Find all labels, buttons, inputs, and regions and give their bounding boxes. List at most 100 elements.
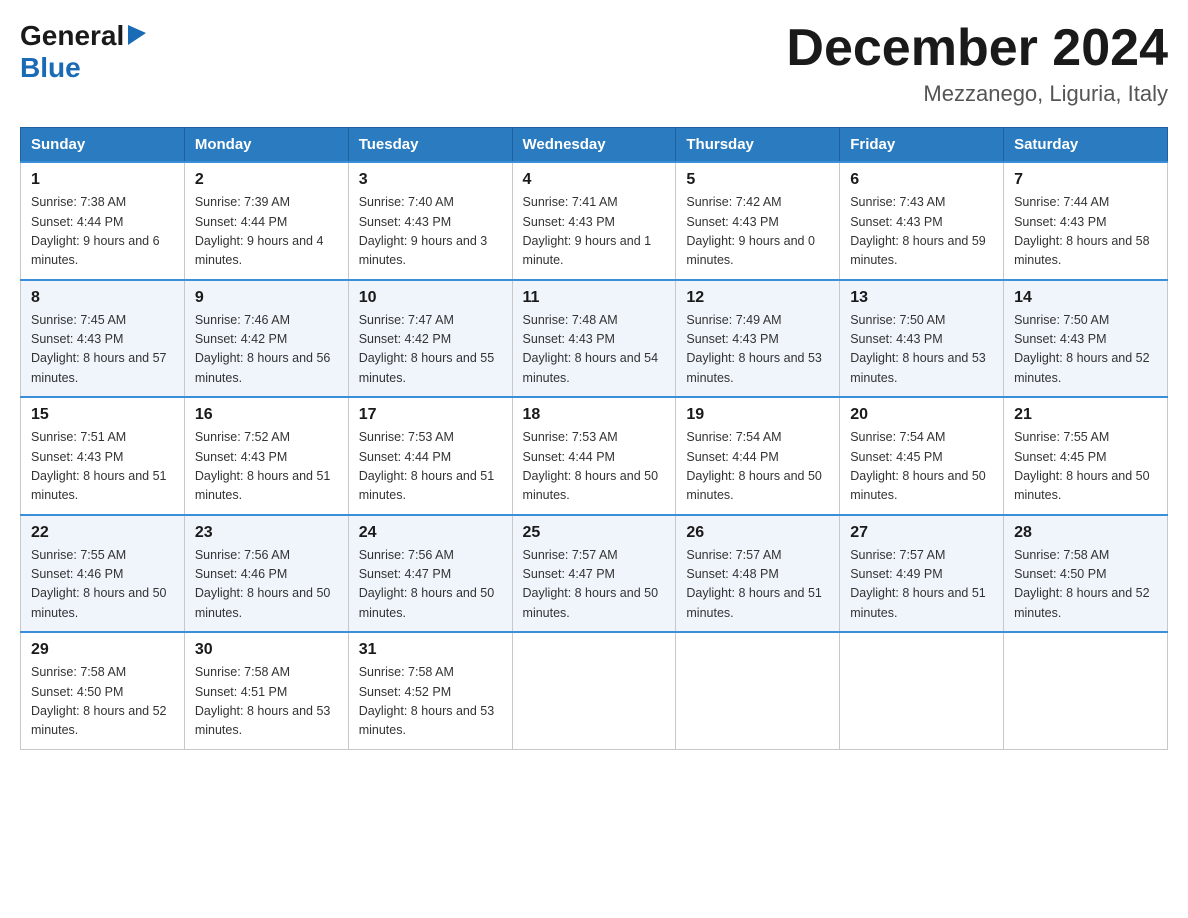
calendar-cell: 24 Sunrise: 7:56 AMSunset: 4:47 PMDayligh… xyxy=(348,515,512,633)
calendar-cell: 20Sunrise: 7:54 AMSunset: 4:45 PMDayligh… xyxy=(840,397,1004,515)
day-number: 23 xyxy=(195,524,338,542)
calendar-cell: 9 Sunrise: 7:46 AMSunset: 4:42 PMDaylight… xyxy=(184,280,348,398)
day-info: Sunrise: 7:56 AMSunset: 4:46 PMDaylight:… xyxy=(195,546,338,624)
day-number: 31 xyxy=(359,641,502,659)
day-number: 25 xyxy=(523,524,666,542)
day-info: Sunrise: 7:38 AMSunset: 4:44 PMDaylight:… xyxy=(31,193,174,271)
day-number: 26 xyxy=(686,524,829,542)
day-number: 17 xyxy=(359,406,502,424)
day-number: 3 xyxy=(359,171,502,189)
calendar-cell: 22 Sunrise: 7:55 AMSunset: 4:46 PMDayligh… xyxy=(21,515,185,633)
calendar-cell: 19Sunrise: 7:54 AMSunset: 4:44 PMDayligh… xyxy=(676,397,840,515)
calendar-cell: 14 Sunrise: 7:50 AMSunset: 4:43 PMDayligh… xyxy=(1004,280,1168,398)
calendar-cell: 21 Sunrise: 7:55 AMSunset: 4:45 PMDayligh… xyxy=(1004,397,1168,515)
day-info: Sunrise: 7:42 AMSunset: 4:43 PMDaylight:… xyxy=(686,193,829,271)
calendar-cell: 31 Sunrise: 7:58 AMSunset: 4:52 PMDayligh… xyxy=(348,632,512,749)
day-number: 18 xyxy=(523,406,666,424)
day-number: 15 xyxy=(31,406,174,424)
day-header-row: SundayMondayTuesdayWednesdayThursdayFrid… xyxy=(21,128,1168,163)
day-info: Sunrise: 7:57 AMSunset: 4:48 PMDaylight:… xyxy=(686,546,829,624)
day-info: Sunrise: 7:55 AMSunset: 4:45 PMDaylight:… xyxy=(1014,428,1157,506)
day-number: 11 xyxy=(523,289,666,307)
calendar-cell: 8 Sunrise: 7:45 AMSunset: 4:43 PMDaylight… xyxy=(21,280,185,398)
day-info: Sunrise: 7:56 AMSunset: 4:47 PMDaylight:… xyxy=(359,546,502,624)
calendar-cell: 15Sunrise: 7:51 AMSunset: 4:43 PMDayligh… xyxy=(21,397,185,515)
day-number: 19 xyxy=(686,406,829,424)
day-info: Sunrise: 7:53 AMSunset: 4:44 PMDaylight:… xyxy=(359,428,502,506)
calendar-cell xyxy=(676,632,840,749)
month-title: December 2024 xyxy=(786,20,1168,77)
day-info: Sunrise: 7:48 AMSunset: 4:43 PMDaylight:… xyxy=(523,311,666,389)
week-row: 15Sunrise: 7:51 AMSunset: 4:43 PMDayligh… xyxy=(21,397,1168,515)
day-number: 16 xyxy=(195,406,338,424)
day-number: 7 xyxy=(1014,171,1157,189)
week-row: 8 Sunrise: 7:45 AMSunset: 4:43 PMDaylight… xyxy=(21,280,1168,398)
calendar-cell: 13Sunrise: 7:50 AMSunset: 4:43 PMDayligh… xyxy=(840,280,1004,398)
logo: General Blue xyxy=(20,20,146,84)
calendar-cell xyxy=(1004,632,1168,749)
location-subtitle: Mezzanego, Liguria, Italy xyxy=(786,81,1168,107)
day-number: 12 xyxy=(686,289,829,307)
day-of-week-header: Friday xyxy=(840,128,1004,163)
day-info: Sunrise: 7:50 AMSunset: 4:43 PMDaylight:… xyxy=(850,311,993,389)
calendar-cell xyxy=(512,632,676,749)
day-of-week-header: Tuesday xyxy=(348,128,512,163)
day-info: Sunrise: 7:43 AMSunset: 4:43 PMDaylight:… xyxy=(850,193,993,271)
calendar-cell: 27 Sunrise: 7:57 AMSunset: 4:49 PMDayligh… xyxy=(840,515,1004,633)
calendar-cell: 4Sunrise: 7:41 AMSunset: 4:43 PMDaylight… xyxy=(512,162,676,280)
week-row: 22 Sunrise: 7:55 AMSunset: 4:46 PMDayligh… xyxy=(21,515,1168,633)
day-info: Sunrise: 7:58 AMSunset: 4:52 PMDaylight:… xyxy=(359,663,502,741)
day-info: Sunrise: 7:52 AMSunset: 4:43 PMDaylight:… xyxy=(195,428,338,506)
day-info: Sunrise: 7:53 AMSunset: 4:44 PMDaylight:… xyxy=(523,428,666,506)
calendar-cell: 16 Sunrise: 7:52 AMSunset: 4:43 PMDayligh… xyxy=(184,397,348,515)
day-info: Sunrise: 7:54 AMSunset: 4:45 PMDaylight:… xyxy=(850,428,993,506)
day-number: 10 xyxy=(359,289,502,307)
day-number: 6 xyxy=(850,171,993,189)
day-number: 14 xyxy=(1014,289,1157,307)
title-block: December 2024 Mezzanego, Liguria, Italy xyxy=(786,20,1168,107)
day-info: Sunrise: 7:55 AMSunset: 4:46 PMDaylight:… xyxy=(31,546,174,624)
calendar-cell: 25 Sunrise: 7:57 AMSunset: 4:47 PMDayligh… xyxy=(512,515,676,633)
logo-blue-text: Blue xyxy=(20,52,81,83)
calendar-cell: 18 Sunrise: 7:53 AMSunset: 4:44 PMDayligh… xyxy=(512,397,676,515)
calendar-table: SundayMondayTuesdayWednesdayThursdayFrid… xyxy=(20,127,1168,750)
calendar-cell: 28Sunrise: 7:58 AMSunset: 4:50 PMDayligh… xyxy=(1004,515,1168,633)
calendar-cell: 12 Sunrise: 7:49 AMSunset: 4:43 PMDayligh… xyxy=(676,280,840,398)
calendar-cell: 29 Sunrise: 7:58 AMSunset: 4:50 PMDayligh… xyxy=(21,632,185,749)
day-info: Sunrise: 7:47 AMSunset: 4:42 PMDaylight:… xyxy=(359,311,502,389)
day-of-week-header: Wednesday xyxy=(512,128,676,163)
day-number: 24 xyxy=(359,524,502,542)
day-info: Sunrise: 7:58 AMSunset: 4:50 PMDaylight:… xyxy=(1014,546,1157,624)
day-of-week-header: Saturday xyxy=(1004,128,1168,163)
calendar-cell: 10 Sunrise: 7:47 AMSunset: 4:42 PMDayligh… xyxy=(348,280,512,398)
day-number: 22 xyxy=(31,524,174,542)
day-of-week-header: Thursday xyxy=(676,128,840,163)
day-info: Sunrise: 7:40 AMSunset: 4:43 PMDaylight:… xyxy=(359,193,502,271)
day-number: 2 xyxy=(195,171,338,189)
day-info: Sunrise: 7:49 AMSunset: 4:43 PMDaylight:… xyxy=(686,311,829,389)
day-of-week-header: Sunday xyxy=(21,128,185,163)
day-info: Sunrise: 7:44 AMSunset: 4:43 PMDaylight:… xyxy=(1014,193,1157,271)
day-number: 27 xyxy=(850,524,993,542)
week-row: 29 Sunrise: 7:58 AMSunset: 4:50 PMDayligh… xyxy=(21,632,1168,749)
page-header: General Blue December 2024 Mezzanego, Li… xyxy=(20,20,1168,107)
calendar-cell: 30Sunrise: 7:58 AMSunset: 4:51 PMDayligh… xyxy=(184,632,348,749)
day-number: 29 xyxy=(31,641,174,659)
day-info: Sunrise: 7:58 AMSunset: 4:51 PMDaylight:… xyxy=(195,663,338,741)
day-info: Sunrise: 7:57 AMSunset: 4:47 PMDaylight:… xyxy=(523,546,666,624)
day-info: Sunrise: 7:50 AMSunset: 4:43 PMDaylight:… xyxy=(1014,311,1157,389)
calendar-cell: 7 Sunrise: 7:44 AMSunset: 4:43 PMDaylight… xyxy=(1004,162,1168,280)
day-info: Sunrise: 7:58 AMSunset: 4:50 PMDaylight:… xyxy=(31,663,174,741)
day-number: 4 xyxy=(523,171,666,189)
calendar-cell: 2 Sunrise: 7:39 AMSunset: 4:44 PMDaylight… xyxy=(184,162,348,280)
calendar-cell: 5Sunrise: 7:42 AMSunset: 4:43 PMDaylight… xyxy=(676,162,840,280)
logo-arrow-icon xyxy=(128,25,146,50)
day-number: 21 xyxy=(1014,406,1157,424)
day-number: 9 xyxy=(195,289,338,307)
day-number: 8 xyxy=(31,289,174,307)
day-info: Sunrise: 7:39 AMSunset: 4:44 PMDaylight:… xyxy=(195,193,338,271)
day-info: Sunrise: 7:46 AMSunset: 4:42 PMDaylight:… xyxy=(195,311,338,389)
day-info: Sunrise: 7:45 AMSunset: 4:43 PMDaylight:… xyxy=(31,311,174,389)
day-of-week-header: Monday xyxy=(184,128,348,163)
day-info: Sunrise: 7:57 AMSunset: 4:49 PMDaylight:… xyxy=(850,546,993,624)
